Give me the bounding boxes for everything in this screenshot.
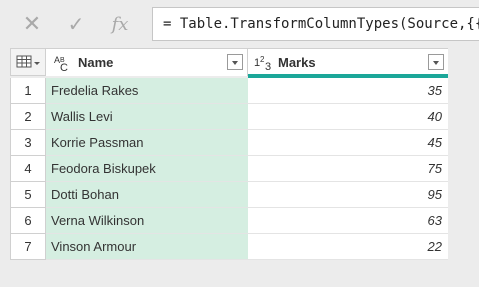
row-number[interactable]: 1	[10, 78, 46, 104]
name-cell[interactable]: Dotti Bohan	[46, 182, 248, 208]
marks-cell[interactable]: 63	[248, 208, 449, 234]
formula-buttons: ✕ ✓ fx	[10, 6, 146, 42]
table-menu-button[interactable]	[10, 48, 46, 76]
name-cell[interactable]: Vinson Armour	[46, 234, 248, 260]
filter-dropdown-icon[interactable]	[227, 54, 243, 70]
column-title: Marks	[278, 55, 316, 70]
cancel-icon[interactable]: ✕	[10, 11, 54, 37]
name-cell[interactable]: Feodora Biskupek	[46, 156, 248, 182]
row-number[interactable]: 3	[10, 130, 46, 156]
formula-input[interactable]: = Table.TransformColumnTypes(Source,{{	[152, 7, 479, 41]
marks-cell[interactable]: 75	[248, 156, 449, 182]
row-number[interactable]: 6	[10, 208, 46, 234]
name-cell[interactable]: Wallis Levi	[46, 104, 248, 130]
number-type-icon[interactable]: 1 2 3	[254, 54, 278, 75]
row-number[interactable]: 2	[10, 104, 46, 130]
row-number[interactable]: 5	[10, 182, 46, 208]
marks-cell[interactable]: 35	[248, 78, 449, 104]
formula-bar: ✕ ✓ fx = Table.TransformColumnTypes(Sour…	[0, 0, 479, 48]
column-header-name[interactable]: A B C Name	[46, 48, 248, 76]
confirm-icon[interactable]: ✓	[54, 12, 98, 37]
column-title: Name	[78, 55, 114, 70]
marks-cell[interactable]: 22	[248, 234, 449, 260]
svg-text:3: 3	[265, 61, 271, 72]
name-cell[interactable]: Fredelia Rakes	[46, 78, 248, 104]
name-cell[interactable]: Korrie Passman	[46, 130, 248, 156]
marks-cell[interactable]: 95	[248, 182, 449, 208]
name-cell[interactable]: Verna Wilkinson	[46, 208, 248, 234]
empty-area	[448, 48, 479, 287]
column-header-marks[interactable]: 1 2 3 Marks	[248, 48, 449, 76]
marks-cell[interactable]: 45	[248, 130, 449, 156]
text-type-icon[interactable]: A B C	[54, 54, 76, 75]
svg-text:C: C	[60, 62, 68, 72]
row-number[interactable]: 7	[10, 234, 46, 260]
marks-cell[interactable]: 40	[248, 104, 449, 130]
insert-function-icon[interactable]: fx	[98, 14, 142, 35]
table-menu-icon	[16, 55, 40, 68]
filter-dropdown-icon[interactable]	[428, 54, 444, 70]
row-number[interactable]: 4	[10, 156, 46, 182]
